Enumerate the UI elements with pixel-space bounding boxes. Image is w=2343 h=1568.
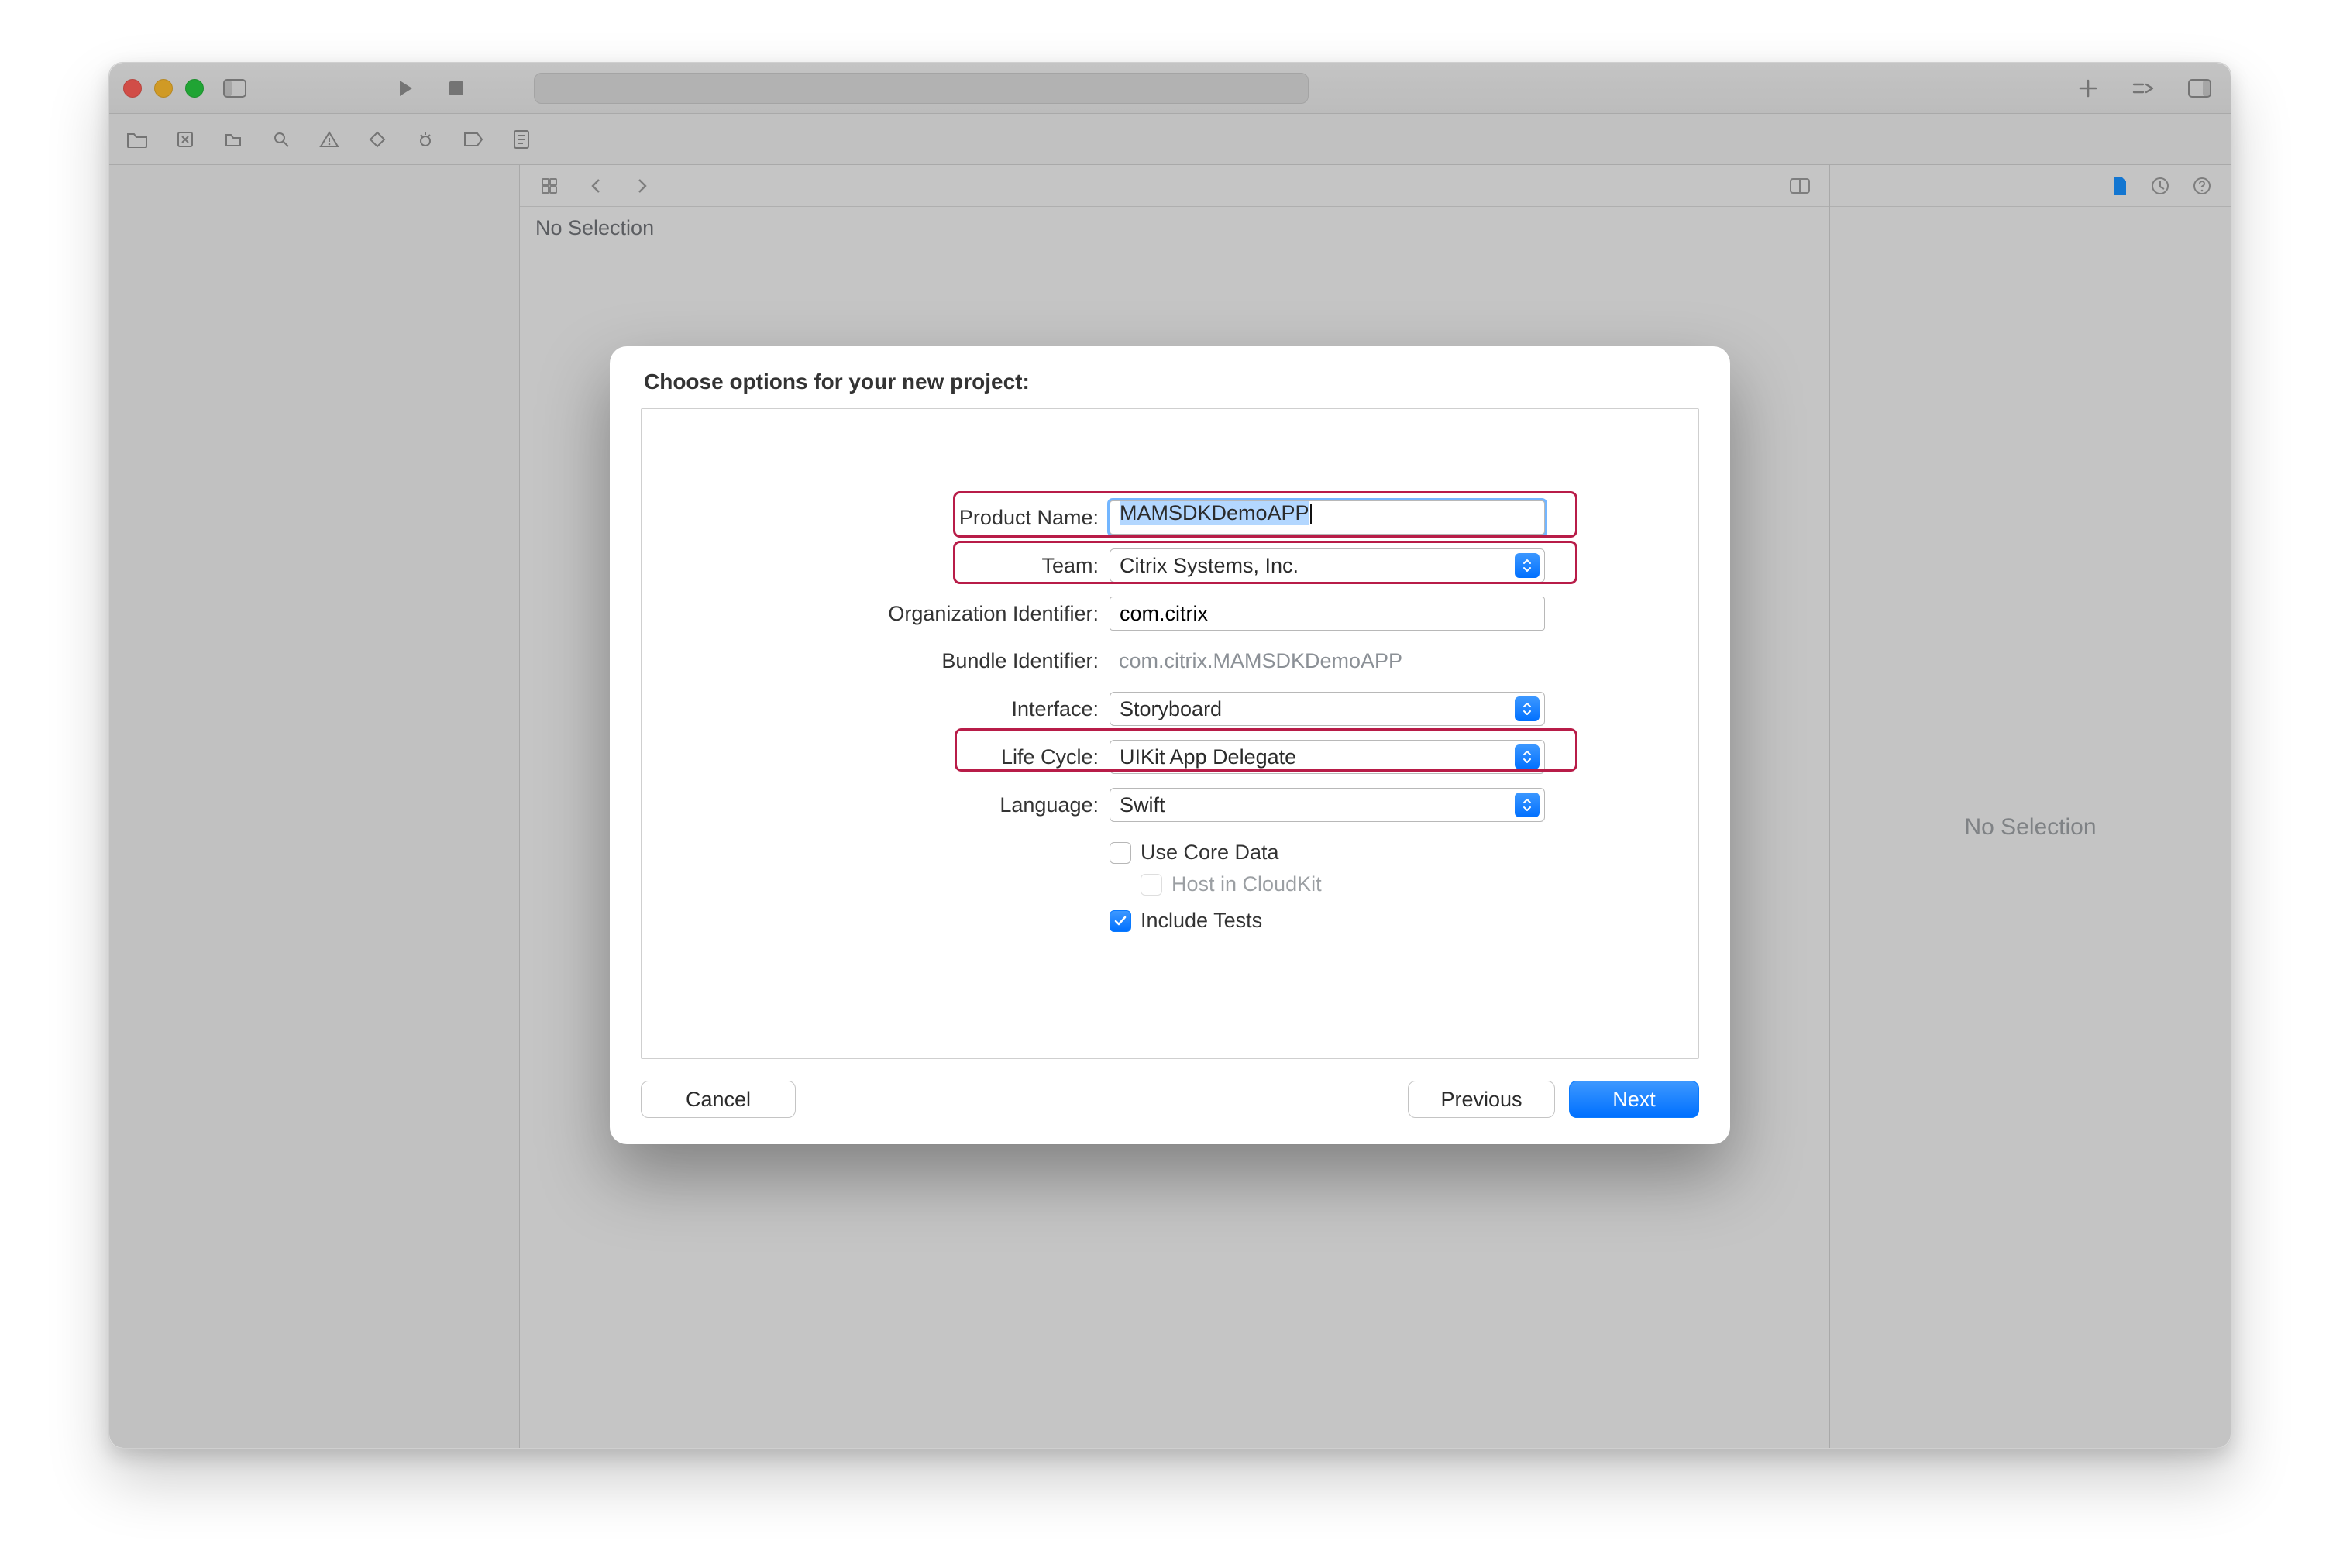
chevron-updown-icon xyxy=(1515,553,1540,578)
check-icon xyxy=(1113,914,1127,928)
lifecycle-label: Life Cycle: xyxy=(642,745,1110,769)
product-name-selection: MAMSDKDemoAPP xyxy=(1120,501,1309,525)
team-popup-value: Citrix Systems, Inc. xyxy=(1120,554,1299,578)
include-tests-checkbox[interactable] xyxy=(1110,910,1131,932)
interface-popup[interactable]: Storyboard xyxy=(1110,692,1545,726)
team-label: Team: xyxy=(642,554,1110,578)
host-cloudkit-checkbox xyxy=(1141,874,1162,896)
org-id-label: Organization Identifier: xyxy=(642,602,1110,626)
interface-label: Interface: xyxy=(642,697,1110,721)
product-name-label: Product Name: xyxy=(642,506,1110,530)
previous-button[interactable]: Previous xyxy=(1408,1081,1555,1118)
chevron-updown-icon xyxy=(1515,696,1540,721)
language-label: Language: xyxy=(642,793,1110,817)
sheet-form: Product Name: MAMSDKDemoAPP Team: Citrix… xyxy=(642,500,1698,933)
xcode-window: No Selection No Selection Choose options… xyxy=(108,62,2231,1449)
interface-popup-value: Storyboard xyxy=(1120,697,1222,721)
language-popup-value: Swift xyxy=(1120,793,1165,817)
sheet-form-box: Product Name: MAMSDKDemoAPP Team: Citrix… xyxy=(641,408,1699,1059)
cancel-button[interactable]: Cancel xyxy=(641,1081,796,1118)
sheet-button-bar: Cancel Previous Next xyxy=(641,1081,1699,1118)
bundle-id-label: Bundle Identifier: xyxy=(642,649,1110,673)
use-core-data-checkbox[interactable] xyxy=(1110,842,1131,864)
language-popup[interactable]: Swift xyxy=(1110,788,1545,822)
next-button[interactable]: Next xyxy=(1569,1081,1699,1118)
sheet-title: Choose options for your new project: xyxy=(641,368,1699,408)
team-popup[interactable]: Citrix Systems, Inc. xyxy=(1110,548,1545,583)
product-name-field[interactable]: MAMSDKDemoAPP xyxy=(1110,500,1545,535)
chevron-updown-icon xyxy=(1515,744,1540,769)
org-id-field[interactable] xyxy=(1110,597,1545,631)
new-project-options-sheet: Choose options for your new project: Pro… xyxy=(610,346,1730,1144)
lifecycle-popup[interactable]: UIKit App Delegate xyxy=(1110,740,1545,774)
host-cloudkit-label: Host in CloudKit xyxy=(1172,872,1322,896)
lifecycle-popup-value: UIKit App Delegate xyxy=(1120,745,1296,769)
bundle-id-value: com.citrix.MAMSDKDemoAPP xyxy=(1110,645,1545,678)
use-core-data-label: Use Core Data xyxy=(1141,841,1279,865)
include-tests-label: Include Tests xyxy=(1141,909,1262,933)
chevron-updown-icon xyxy=(1515,793,1540,817)
